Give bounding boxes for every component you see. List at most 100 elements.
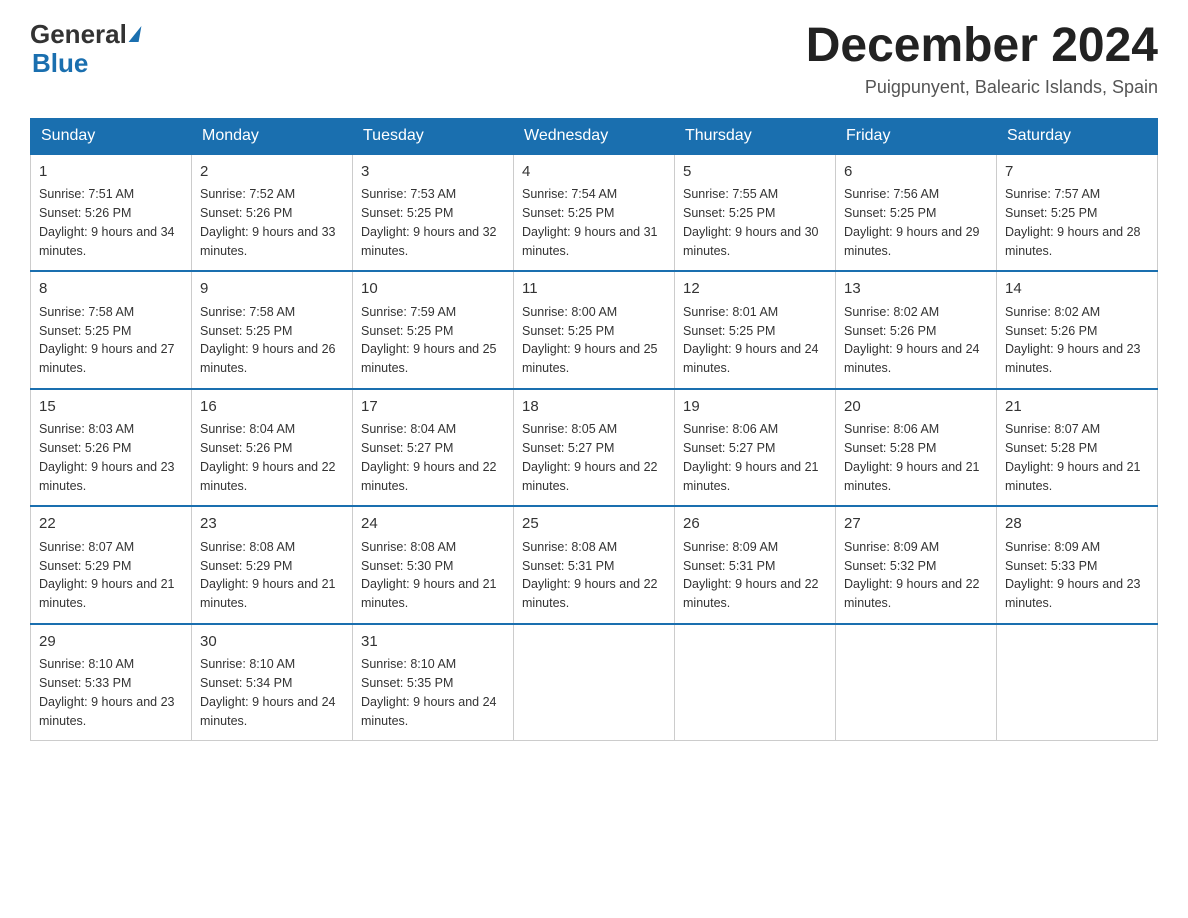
day-info: Sunrise: 7:58 AMSunset: 5:25 PMDaylight:…	[200, 305, 336, 375]
day-info: Sunrise: 7:57 AMSunset: 5:25 PMDaylight:…	[1005, 187, 1141, 257]
day-info: Sunrise: 8:04 AMSunset: 5:26 PMDaylight:…	[200, 422, 336, 492]
day-info: Sunrise: 8:09 AMSunset: 5:32 PMDaylight:…	[844, 540, 980, 610]
calendar-cell: 2 Sunrise: 7:52 AMSunset: 5:26 PMDayligh…	[192, 154, 353, 272]
day-info: Sunrise: 7:53 AMSunset: 5:25 PMDaylight:…	[361, 187, 497, 257]
day-info: Sunrise: 7:59 AMSunset: 5:25 PMDaylight:…	[361, 305, 497, 375]
location: Puigpunyent, Balearic Islands, Spain	[806, 77, 1158, 98]
calendar-cell: 11 Sunrise: 8:00 AMSunset: 5:25 PMDaylig…	[514, 271, 675, 389]
calendar-cell	[997, 624, 1158, 741]
title-section: December 2024 Puigpunyent, Balearic Isla…	[806, 20, 1158, 98]
calendar-cell: 31 Sunrise: 8:10 AMSunset: 5:35 PMDaylig…	[353, 624, 514, 741]
day-info: Sunrise: 8:08 AMSunset: 5:30 PMDaylight:…	[361, 540, 497, 610]
day-number: 4	[522, 161, 666, 184]
calendar-cell: 4 Sunrise: 7:54 AMSunset: 5:25 PMDayligh…	[514, 154, 675, 272]
calendar-cell: 22 Sunrise: 8:07 AMSunset: 5:29 PMDaylig…	[31, 506, 192, 624]
calendar-cell: 3 Sunrise: 7:53 AMSunset: 5:25 PMDayligh…	[353, 154, 514, 272]
calendar-cell: 27 Sunrise: 8:09 AMSunset: 5:32 PMDaylig…	[836, 506, 997, 624]
day-info: Sunrise: 7:55 AMSunset: 5:25 PMDaylight:…	[683, 187, 819, 257]
week-row-2: 8 Sunrise: 7:58 AMSunset: 5:25 PMDayligh…	[31, 271, 1158, 389]
day-info: Sunrise: 8:05 AMSunset: 5:27 PMDaylight:…	[522, 422, 658, 492]
week-row-5: 29 Sunrise: 8:10 AMSunset: 5:33 PMDaylig…	[31, 624, 1158, 741]
day-number: 15	[39, 396, 183, 419]
day-info: Sunrise: 8:06 AMSunset: 5:27 PMDaylight:…	[683, 422, 819, 492]
calendar-cell: 28 Sunrise: 8:09 AMSunset: 5:33 PMDaylig…	[997, 506, 1158, 624]
calendar-cell: 12 Sunrise: 8:01 AMSunset: 5:25 PMDaylig…	[675, 271, 836, 389]
day-number: 21	[1005, 396, 1149, 419]
weekday-header-wednesday: Wednesday	[514, 118, 675, 154]
day-number: 24	[361, 513, 505, 536]
calendar-cell: 15 Sunrise: 8:03 AMSunset: 5:26 PMDaylig…	[31, 389, 192, 507]
calendar-cell: 30 Sunrise: 8:10 AMSunset: 5:34 PMDaylig…	[192, 624, 353, 741]
day-info: Sunrise: 8:10 AMSunset: 5:34 PMDaylight:…	[200, 657, 336, 727]
week-row-1: 1 Sunrise: 7:51 AMSunset: 5:26 PMDayligh…	[31, 154, 1158, 272]
day-info: Sunrise: 8:10 AMSunset: 5:33 PMDaylight:…	[39, 657, 175, 727]
day-info: Sunrise: 8:10 AMSunset: 5:35 PMDaylight:…	[361, 657, 497, 727]
calendar-cell: 14 Sunrise: 8:02 AMSunset: 5:26 PMDaylig…	[997, 271, 1158, 389]
calendar-cell: 5 Sunrise: 7:55 AMSunset: 5:25 PMDayligh…	[675, 154, 836, 272]
day-info: Sunrise: 8:02 AMSunset: 5:26 PMDaylight:…	[844, 305, 980, 375]
calendar-cell: 26 Sunrise: 8:09 AMSunset: 5:31 PMDaylig…	[675, 506, 836, 624]
calendar-cell: 13 Sunrise: 8:02 AMSunset: 5:26 PMDaylig…	[836, 271, 997, 389]
day-number: 29	[39, 631, 183, 654]
calendar-cell: 10 Sunrise: 7:59 AMSunset: 5:25 PMDaylig…	[353, 271, 514, 389]
day-number: 16	[200, 396, 344, 419]
logo-general: General	[30, 20, 127, 49]
calendar-cell: 8 Sunrise: 7:58 AMSunset: 5:25 PMDayligh…	[31, 271, 192, 389]
day-number: 6	[844, 161, 988, 184]
day-info: Sunrise: 8:02 AMSunset: 5:26 PMDaylight:…	[1005, 305, 1141, 375]
calendar-cell	[836, 624, 997, 741]
calendar-cell: 18 Sunrise: 8:05 AMSunset: 5:27 PMDaylig…	[514, 389, 675, 507]
day-info: Sunrise: 8:08 AMSunset: 5:31 PMDaylight:…	[522, 540, 658, 610]
calendar-table: SundayMondayTuesdayWednesdayThursdayFrid…	[30, 118, 1158, 742]
calendar-cell: 7 Sunrise: 7:57 AMSunset: 5:25 PMDayligh…	[997, 154, 1158, 272]
day-number: 30	[200, 631, 344, 654]
day-number: 17	[361, 396, 505, 419]
calendar-cell: 24 Sunrise: 8:08 AMSunset: 5:30 PMDaylig…	[353, 506, 514, 624]
day-info: Sunrise: 8:00 AMSunset: 5:25 PMDaylight:…	[522, 305, 658, 375]
day-number: 18	[522, 396, 666, 419]
day-number: 26	[683, 513, 827, 536]
day-info: Sunrise: 8:09 AMSunset: 5:33 PMDaylight:…	[1005, 540, 1141, 610]
day-number: 12	[683, 278, 827, 301]
day-info: Sunrise: 8:08 AMSunset: 5:29 PMDaylight:…	[200, 540, 336, 610]
weekday-header-tuesday: Tuesday	[353, 118, 514, 154]
calendar-cell: 20 Sunrise: 8:06 AMSunset: 5:28 PMDaylig…	[836, 389, 997, 507]
weekday-header-friday: Friday	[836, 118, 997, 154]
day-number: 9	[200, 278, 344, 301]
day-number: 14	[1005, 278, 1149, 301]
week-row-4: 22 Sunrise: 8:07 AMSunset: 5:29 PMDaylig…	[31, 506, 1158, 624]
calendar-cell: 23 Sunrise: 8:08 AMSunset: 5:29 PMDaylig…	[192, 506, 353, 624]
calendar-cell: 16 Sunrise: 8:04 AMSunset: 5:26 PMDaylig…	[192, 389, 353, 507]
day-info: Sunrise: 8:04 AMSunset: 5:27 PMDaylight:…	[361, 422, 497, 492]
day-number: 27	[844, 513, 988, 536]
day-number: 1	[39, 161, 183, 184]
day-number: 25	[522, 513, 666, 536]
day-info: Sunrise: 8:07 AMSunset: 5:28 PMDaylight:…	[1005, 422, 1141, 492]
calendar-cell: 17 Sunrise: 8:04 AMSunset: 5:27 PMDaylig…	[353, 389, 514, 507]
day-number: 11	[522, 278, 666, 301]
day-number: 5	[683, 161, 827, 184]
day-number: 2	[200, 161, 344, 184]
calendar-cell: 21 Sunrise: 8:07 AMSunset: 5:28 PMDaylig…	[997, 389, 1158, 507]
day-number: 3	[361, 161, 505, 184]
day-number: 13	[844, 278, 988, 301]
calendar-cell: 6 Sunrise: 7:56 AMSunset: 5:25 PMDayligh…	[836, 154, 997, 272]
month-title: December 2024	[806, 20, 1158, 73]
day-number: 28	[1005, 513, 1149, 536]
calendar-cell: 25 Sunrise: 8:08 AMSunset: 5:31 PMDaylig…	[514, 506, 675, 624]
logo-blue: Blue	[30, 49, 140, 78]
day-info: Sunrise: 7:56 AMSunset: 5:25 PMDaylight:…	[844, 187, 980, 257]
weekday-header-monday: Monday	[192, 118, 353, 154]
calendar-cell: 29 Sunrise: 8:10 AMSunset: 5:33 PMDaylig…	[31, 624, 192, 741]
day-number: 31	[361, 631, 505, 654]
day-info: Sunrise: 7:54 AMSunset: 5:25 PMDaylight:…	[522, 187, 658, 257]
weekday-header-sunday: Sunday	[31, 118, 192, 154]
week-row-3: 15 Sunrise: 8:03 AMSunset: 5:26 PMDaylig…	[31, 389, 1158, 507]
day-info: Sunrise: 8:09 AMSunset: 5:31 PMDaylight:…	[683, 540, 819, 610]
calendar-cell	[514, 624, 675, 741]
day-info: Sunrise: 8:03 AMSunset: 5:26 PMDaylight:…	[39, 422, 175, 492]
day-number: 20	[844, 396, 988, 419]
calendar-cell: 1 Sunrise: 7:51 AMSunset: 5:26 PMDayligh…	[31, 154, 192, 272]
day-number: 19	[683, 396, 827, 419]
day-info: Sunrise: 7:52 AMSunset: 5:26 PMDaylight:…	[200, 187, 336, 257]
